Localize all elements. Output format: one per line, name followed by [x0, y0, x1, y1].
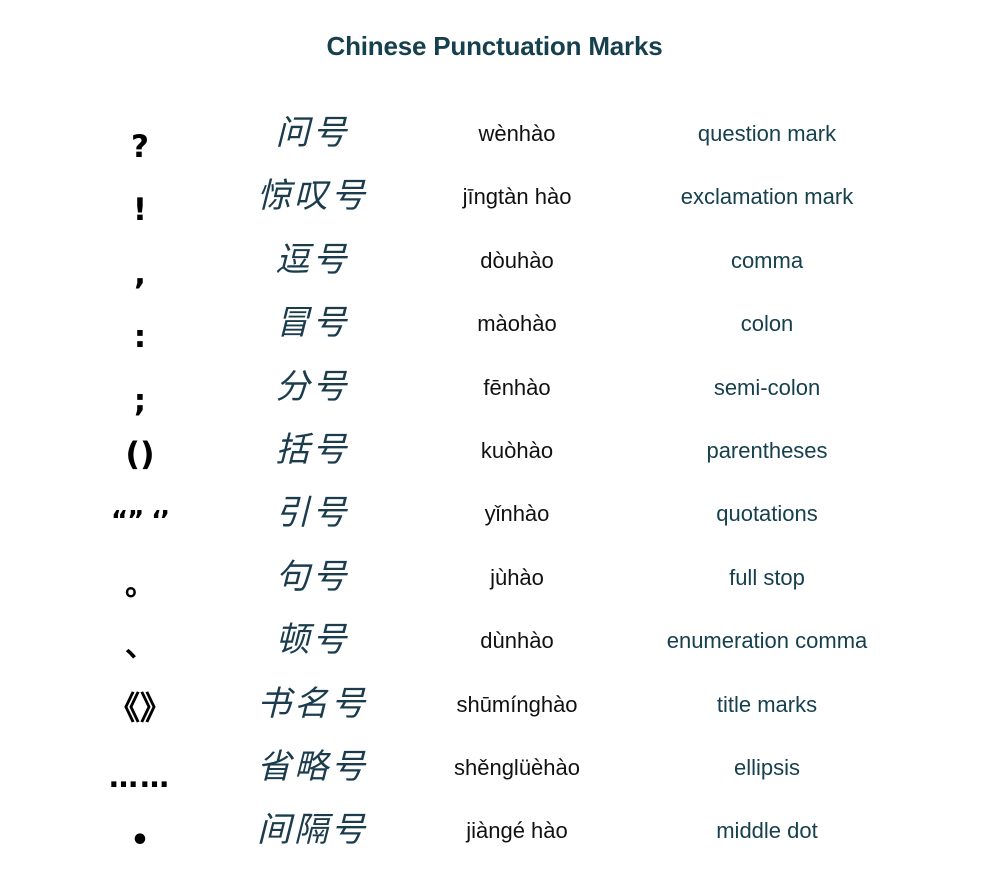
english-meaning: exclamation mark	[680, 184, 854, 210]
table-row: ? 问号 wènhào question mark	[0, 102, 989, 165]
table-row: 、 顿号 dùnhào enumeration comma	[0, 609, 989, 672]
pinyin-romanization: dùnhào	[480, 628, 554, 654]
pinyin-romanization: yǐnhào	[484, 501, 550, 527]
chinese-name: 逗号	[275, 239, 350, 280]
table-row: 《》 书名号 shūmínghào title marks	[0, 673, 989, 736]
pinyin-romanization: fēnhào	[483, 374, 551, 400]
table-row: 。 句号 jùhào full stop	[0, 546, 989, 609]
pinyin-romanization: kuòhào	[480, 437, 554, 463]
english-meaning: title marks	[716, 691, 818, 717]
table-row: • 间隔号 jiàngé hào middle dot	[0, 799, 989, 862]
chinese-name: 惊叹号	[257, 176, 368, 217]
chinese-name: 冒号	[275, 303, 350, 344]
table-row: …… 省略号 shěnglüèhào ellipsis	[0, 736, 989, 799]
pinyin-romanization: jiàngé hào	[466, 818, 568, 844]
table-row: ; 分号 fēnhào semi-colon	[0, 356, 989, 419]
chinese-name: 书名号	[257, 683, 368, 724]
table-row: : 冒号 màohào colon	[0, 292, 989, 355]
chinese-name: 问号	[275, 113, 350, 153]
chinese-name: 括号	[275, 429, 350, 470]
page-title: Chinese Punctuation Marks	[326, 31, 663, 61]
chinese-name: 句号	[275, 556, 350, 597]
chinese-name: 省略号	[257, 746, 368, 787]
pinyin-romanization: shěnglüèhào	[453, 754, 580, 780]
punctuation-symbol: “” ‘’	[111, 506, 170, 537]
punctuation-symbol: 《》	[107, 688, 172, 727]
english-meaning: colon	[740, 311, 794, 337]
english-meaning: quotations	[716, 501, 818, 527]
english-meaning: parentheses	[706, 437, 828, 463]
english-meaning: full stop	[729, 564, 805, 590]
pinyin-romanization: jùhào	[490, 564, 544, 590]
pinyin-romanization: wènhào	[478, 121, 556, 146]
punctuation-symbol: •	[130, 823, 150, 859]
punctuation-table: ? 问号 wènhào question mark! 惊叹号 jīngtàn hào exc…	[0, 102, 989, 863]
table-row: ! 惊叹号 jīngtàn hào exclamation mark	[0, 165, 989, 228]
punctuation-symbol: 、	[125, 629, 155, 665]
english-meaning: middle dot	[716, 818, 818, 844]
english-meaning: comma	[730, 247, 804, 273]
chinese-name: 引号	[275, 493, 350, 534]
english-meaning: question mark	[697, 121, 837, 146]
table-row: “” ‘’ 引号 yǐnhào quotations	[0, 482, 989, 545]
english-meaning: ellipsis	[733, 754, 801, 780]
chinese-name: 分号	[275, 366, 350, 407]
pinyin-romanization: màohào	[477, 311, 557, 337]
english-meaning: enumeration comma	[666, 628, 868, 654]
english-meaning: semi-colon	[713, 374, 821, 400]
table-row: , 逗号 dòuhào comma	[0, 229, 989, 292]
chinese-name: 顿号	[275, 620, 350, 661]
chinese-name: 间隔号	[257, 810, 368, 851]
punctuation-symbol: ()	[125, 434, 155, 473]
punctuation-symbol: ……	[109, 759, 171, 794]
punctuation-symbol: 。	[125, 567, 155, 603]
pinyin-romanization: shūmínghào	[456, 691, 578, 717]
table-row: () 括号 kuòhào parentheses	[0, 419, 989, 482]
pinyin-romanization: jīngtàn hào	[462, 184, 572, 210]
pinyin-romanization: dòuhào	[480, 247, 554, 273]
